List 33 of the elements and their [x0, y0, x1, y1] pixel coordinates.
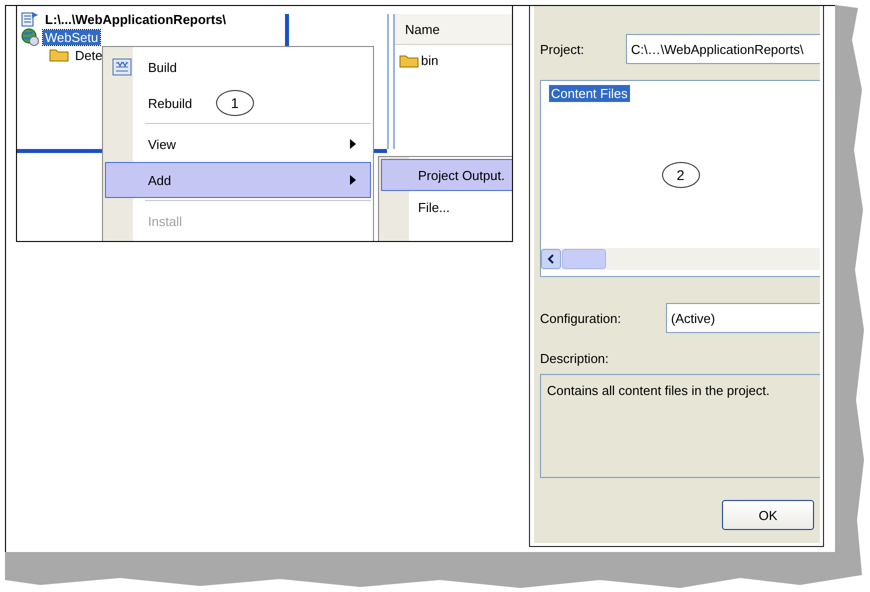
project-icon: [21, 11, 39, 27]
callout-number: 2: [662, 162, 700, 188]
menu-item[interactable]: File...: [381, 191, 512, 223]
callout-number: 1: [216, 90, 254, 116]
tree-item[interactable]: WebSetu: [43, 30, 100, 44]
globe-disc-icon: [21, 28, 39, 46]
submenu-arrow-icon: [350, 139, 356, 149]
folder-icon: [399, 54, 419, 68]
configuration-field[interactable]: (Active): [666, 303, 820, 333]
scrollbar-thumb[interactable]: [562, 249, 606, 269]
project-field[interactable]: C:\…\WebApplicationReports\: [626, 34, 820, 64]
tree-item[interactable]: L:\...\WebApplicationReports\: [43, 12, 228, 26]
field-label: Description:: [540, 351, 610, 366]
submenu-arrow-icon: [350, 175, 356, 185]
chevron-left-icon: [547, 254, 555, 264]
menu-item[interactable]: Build: [105, 49, 371, 85]
ok-button[interactable]: OK: [722, 500, 814, 530]
tree-item[interactable]: Dete: [73, 48, 104, 62]
output-list[interactable]: Content Files 2: [540, 80, 820, 277]
list-item[interactable]: bin: [421, 53, 438, 68]
column-header[interactable]: Name: [395, 14, 512, 45]
menu-item[interactable]: View: [105, 126, 371, 162]
field-label: Configuration:: [540, 310, 622, 326]
horizontal-scrollbar[interactable]: [541, 248, 820, 270]
splitter-bar[interactable]: [387, 14, 395, 149]
field-label: Project:: [540, 42, 586, 56]
menu-item[interactable]: Add: [105, 162, 371, 198]
menu-item[interactable]: Project Output.: [381, 159, 512, 191]
list-item[interactable]: Content Files: [549, 85, 630, 102]
folder-icon: [49, 48, 69, 62]
menu-item[interactable]: Rebuild 1: [105, 85, 371, 121]
description-text: Contains all content files in the project.: [540, 374, 820, 478]
scroll-left-button[interactable]: [541, 249, 561, 269]
